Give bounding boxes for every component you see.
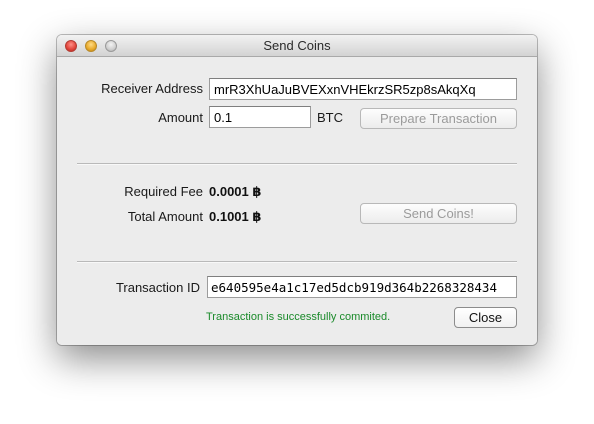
send-coins-window: Send Coins Receiver Address mrR3XhUaJuBV… (57, 35, 537, 345)
amount-unit-label: BTC (317, 110, 343, 125)
amount-label: Amount (158, 110, 203, 125)
required-fee-value: 0.0001 ฿ (209, 184, 262, 199)
window-title: Send Coins (263, 38, 331, 53)
title-bar[interactable]: Send Coins (57, 35, 537, 57)
transaction-id-field[interactable]: e640595e4a1c17ed5dcb919d364b2268328434 (207, 276, 517, 298)
transaction-id-label: Transaction ID (115, 280, 200, 295)
receiver-address-label: Receiver Address (101, 81, 203, 96)
send-coins-button[interactable]: Send Coins! (360, 203, 517, 224)
separator-top (77, 163, 517, 165)
close-button[interactable]: Close (454, 307, 517, 328)
required-fee-label: Required Fee (124, 184, 203, 199)
total-amount-label: Total Amount (127, 209, 203, 224)
prepare-transaction-button[interactable]: Prepare Transaction (360, 108, 517, 129)
receiver-address-field[interactable]: mrR3XhUaJuBVEXxnVHEkrzSR5zp8sAkqXq (209, 78, 517, 100)
transaction-status-text: Transaction is successfully commited. (206, 311, 391, 323)
amount-field[interactable]: 0.1 (209, 106, 311, 128)
separator-bottom (77, 261, 517, 263)
total-amount-value: 0.1001 ฿ (209, 209, 262, 224)
